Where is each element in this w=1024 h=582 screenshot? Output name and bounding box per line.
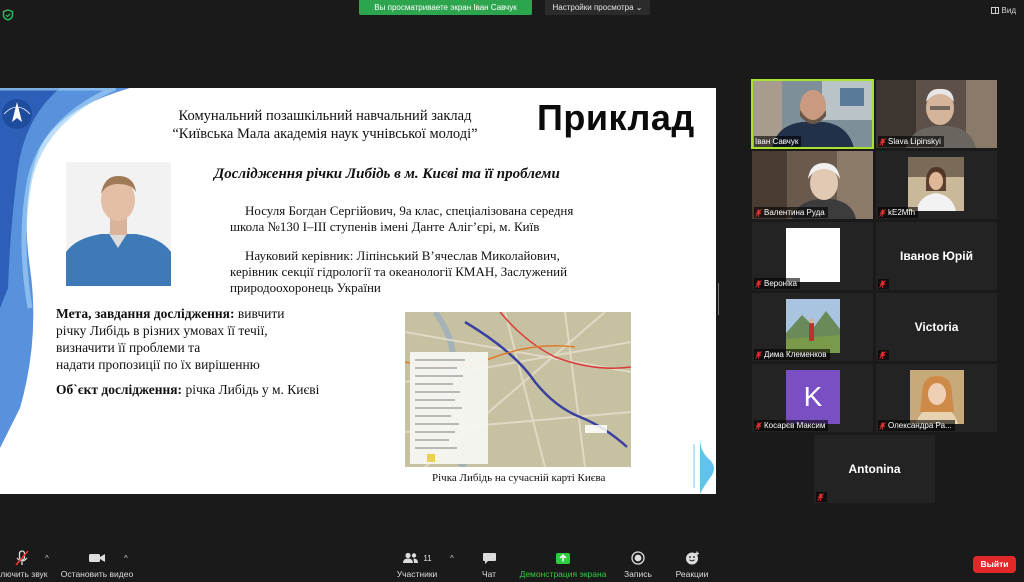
view-layout-button[interactable]: Вид bbox=[990, 6, 1016, 15]
participant-name: Slava Lipinskyi bbox=[888, 137, 941, 146]
participant-name: Іван Савчук bbox=[755, 137, 799, 146]
mic-muted-icon bbox=[755, 350, 762, 359]
student-photo bbox=[66, 162, 171, 286]
participant-name: kE2Mfh bbox=[888, 208, 916, 217]
mic-muted-icon bbox=[755, 208, 762, 217]
participant-name-label: Slava Lipinskyi bbox=[878, 136, 944, 147]
participant-tile[interactable]: K Косарєв Максим bbox=[752, 364, 873, 432]
participant-tile[interactable]: Antonina bbox=[814, 435, 935, 503]
slide-decoration-swoosh bbox=[0, 88, 130, 448]
participant-display-name: Antonina bbox=[848, 462, 901, 476]
supervisor-line-3: природоохоронець України bbox=[230, 280, 381, 295]
participant-tile[interactable]: kE2Mfh bbox=[876, 151, 997, 219]
research-title: Дослідження річки Либідь в м. Києві та ї… bbox=[214, 166, 560, 182]
share-screen-label: Демонстрация экрана bbox=[519, 569, 607, 579]
participant-name-label: Іван Савчук bbox=[754, 136, 802, 147]
chevron-down-icon: ⌄ bbox=[635, 3, 643, 12]
object-label: Об`єкт дослідження: bbox=[56, 382, 183, 397]
goal-line-3: визначити її проблеми та bbox=[56, 340, 201, 355]
view-options-label: Настройки просмотра bbox=[552, 3, 634, 12]
mic-muted-icon bbox=[879, 351, 886, 359]
participant-video bbox=[786, 228, 840, 282]
author-line-2: школа №130 І–ІІІ ступенів імені Данте Ал… bbox=[230, 219, 540, 234]
slide-decoration-drop bbox=[693, 438, 714, 494]
kyiv-map-image bbox=[405, 312, 631, 467]
reactions-label: Реакции bbox=[675, 569, 709, 579]
goal-line-4: надати пропозиції по їх вирішенню bbox=[56, 357, 260, 372]
gallery-resize-handle[interactable] bbox=[718, 283, 721, 315]
participant-tile[interactable]: Дима Клеменков bbox=[752, 293, 873, 361]
video-options-chevron-icon[interactable]: ^ bbox=[124, 554, 128, 563]
goal-line-1: Мета, завдання дослідження: вивчити bbox=[56, 306, 284, 322]
unmute-button[interactable]: ключить звук bbox=[0, 549, 62, 579]
participant-name-label: Олександра Ра... bbox=[878, 420, 955, 431]
reaction-smiley-icon bbox=[652, 549, 732, 567]
goal-line-2: річку Либідь в різних умовах її течії, bbox=[56, 323, 268, 338]
participant-tile[interactable]: Валентина Руда bbox=[752, 151, 873, 219]
security-shield-icon[interactable] bbox=[2, 8, 14, 21]
participant-display-name: Victoria bbox=[914, 320, 959, 334]
view-options-dropdown[interactable]: Настройки просмотра ⌄ bbox=[545, 0, 650, 15]
participant-name-label: Вероніка bbox=[754, 278, 801, 289]
leave-meeting-button[interactable]: Выйти bbox=[973, 556, 1016, 573]
shared-slide: Комунальний позашкільний навчальний закл… bbox=[0, 88, 716, 494]
institution-line-2: “Київська Мала академія наук учнівської … bbox=[172, 126, 478, 142]
mic-muted-icon bbox=[879, 137, 886, 146]
participants-icon: 11 bbox=[377, 549, 457, 567]
participant-tile[interactable]: Іван Савчук bbox=[751, 79, 874, 149]
example-heading: Приклад bbox=[537, 97, 695, 138]
research-object: Об`єкт дослідження: річка Либідь у м. Ки… bbox=[56, 382, 319, 398]
participant-name: Вероніка bbox=[764, 279, 798, 288]
mic-muted-icon bbox=[755, 421, 762, 430]
participant-avatar: K bbox=[786, 370, 840, 424]
view-layout-label: Вид bbox=[1001, 6, 1016, 15]
map-caption: Річка Либідь на сучасній карті Києва bbox=[432, 472, 606, 484]
participant-mic-status bbox=[878, 350, 889, 360]
mic-muted-icon bbox=[879, 208, 886, 217]
supervisor-line-1: Науковий керівник: Ліпінський В’ячеслав … bbox=[245, 248, 560, 263]
participants-button[interactable]: 11 Участники bbox=[377, 549, 457, 579]
participant-name-label: kE2Mfh bbox=[878, 207, 919, 218]
participant-tile[interactable]: Олександра Ра... bbox=[876, 364, 997, 432]
object-text: річка Либідь у м. Києві bbox=[182, 382, 320, 397]
goal-label: Мета, завдання дослідження: bbox=[56, 306, 235, 321]
participant-name-label: Косарєв Максим bbox=[754, 420, 829, 431]
mic-muted-icon bbox=[755, 279, 762, 288]
participant-name-label: Дима Клеменков bbox=[754, 349, 830, 360]
share-screen-icon bbox=[515, 549, 611, 567]
institution-line-1: Комунальний позашкільний навчальний закл… bbox=[178, 108, 472, 124]
mic-muted-icon bbox=[817, 493, 824, 501]
participant-tile[interactable]: Victoria bbox=[876, 293, 997, 361]
unmute-label: ключить звук bbox=[0, 569, 48, 579]
participant-mic-status bbox=[878, 279, 889, 289]
screen-share-banner: Вы просматриваете экран Іван Савчук bbox=[359, 0, 532, 15]
participant-name: Дима Клеменков bbox=[764, 350, 827, 359]
supervisor-line-2: керівник секції гідрології та океанологі… bbox=[230, 264, 568, 279]
goal-text-1: вивчити bbox=[234, 306, 285, 321]
participant-tile[interactable]: Slava Lipinskyi bbox=[876, 80, 997, 148]
participant-name: Косарєв Максим bbox=[764, 421, 826, 430]
participants-count: 11 bbox=[423, 553, 432, 563]
audio-options-chevron-icon[interactable]: ^ bbox=[45, 554, 49, 563]
participant-tile[interactable]: Іванов Юрій bbox=[876, 222, 997, 290]
mic-muted-icon bbox=[0, 549, 62, 567]
share-screen-button[interactable]: Демонстрация экрана bbox=[515, 549, 611, 579]
author-line-1: Носуля Богдан Сергійович, 9а клас, спеці… bbox=[245, 203, 574, 218]
mic-muted-icon bbox=[879, 421, 886, 430]
reactions-button[interactable]: Реакции bbox=[652, 549, 732, 579]
participant-mic-status bbox=[816, 492, 827, 502]
stop-video-label: Остановить видео bbox=[60, 569, 134, 579]
participant-name-label: Валентина Руда bbox=[754, 207, 828, 218]
mic-muted-icon bbox=[879, 280, 886, 288]
participant-name: Валентина Руда bbox=[764, 208, 825, 217]
participant-name: Олександра Ра... bbox=[888, 421, 952, 430]
participants-label: Участники bbox=[396, 569, 438, 579]
participant-display-name: Іванов Юрій bbox=[900, 249, 973, 263]
layout-icon bbox=[990, 7, 999, 14]
zoom-window: Вы просматриваете экран Іван Савчук Наст… bbox=[0, 0, 1024, 582]
participant-tile[interactable]: Вероніка bbox=[752, 222, 873, 290]
